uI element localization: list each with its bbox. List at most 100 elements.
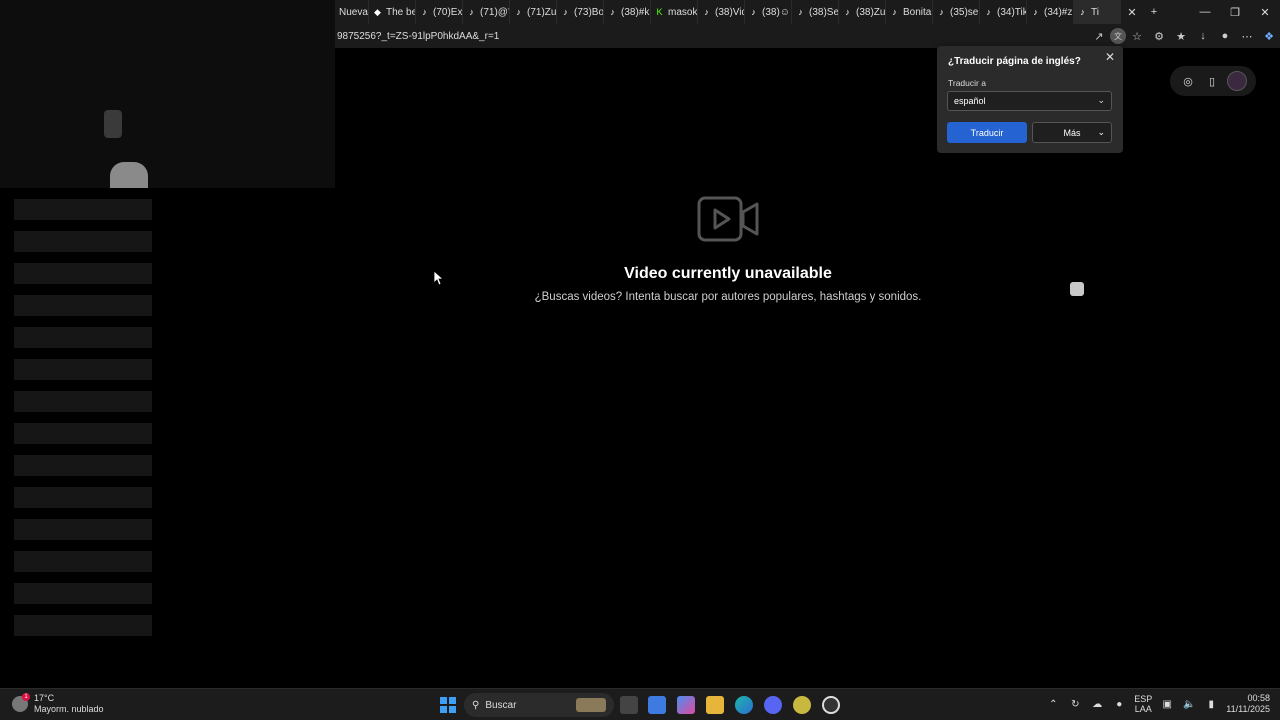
chevron-up-icon[interactable]: ⌃ (1046, 697, 1060, 711)
tab-3[interactable]: ♪ (71)@’ (463, 0, 510, 24)
tab-11[interactable]: ♪ (38)Zul (839, 0, 886, 24)
steam-icon[interactable] (822, 696, 840, 714)
battery-icon[interactable]: ▮ (1204, 697, 1218, 711)
skeleton-item (14, 551, 152, 572)
address-bar: 9875256?_t=ZS-91lpP0hkdAA&_r=1 ↗ 文 ☆ ⚙ ★… (335, 24, 1280, 48)
tab-label: (38)Se (809, 6, 839, 18)
video-figure (110, 162, 148, 188)
tab-label: (70)Exp (433, 6, 463, 18)
tab-1[interactable]: ◆ The be (369, 0, 416, 24)
weather-description: Mayorm. nublado (34, 704, 104, 714)
store-icon[interactable] (648, 696, 666, 714)
copilot-icon[interactable]: ❖ (1258, 25, 1280, 47)
clock[interactable]: 00:58 11/11/2025 (1226, 693, 1270, 715)
restore-icon[interactable]: ❐ (1220, 0, 1250, 24)
tiktok-icon: ♪ (516, 7, 521, 17)
minimize-icon[interactable]: — (1190, 0, 1220, 24)
tab-12[interactable]: ♪ Bonita (886, 0, 933, 24)
tiktok-icon: ♪ (892, 7, 897, 17)
tab-label: (38)#ki (621, 6, 651, 18)
profile-icon[interactable]: ● (1214, 25, 1236, 47)
tab-16[interactable]: ♪ Ti (1074, 0, 1121, 24)
tab-10[interactable]: ♪ (38)Se (792, 0, 839, 24)
copilot-app-icon[interactable] (677, 696, 695, 714)
floating-app-icon[interactable] (1070, 282, 1084, 296)
tiktok-icon: ♪ (986, 7, 991, 17)
skeleton-item (14, 583, 152, 604)
close-icon[interactable]: ✕ (1103, 50, 1117, 64)
page-subtitle: ¿Buscas videos? Intenta buscar por autor… (534, 291, 922, 303)
task-view-icon[interactable] (620, 696, 638, 714)
microphone-icon[interactable]: ● (1112, 697, 1126, 711)
close-window-icon[interactable]: ✕ (1250, 0, 1280, 24)
tab-label: (71)Zul (527, 6, 557, 18)
extensions-icon[interactable]: ⚙ (1148, 25, 1170, 47)
translate-button[interactable]: Traducir (947, 122, 1027, 143)
volume-icon[interactable]: 🔈 (1182, 697, 1196, 711)
tab-13[interactable]: ♪ (35)ser (933, 0, 980, 24)
tab-8[interactable]: ♪ (38)Vid (698, 0, 745, 24)
translate-icon[interactable]: 文 (1110, 28, 1126, 44)
tab-label: (35)ser (950, 6, 980, 18)
tab-label: (34)#z (1044, 6, 1073, 18)
new-tab-button[interactable]: + (1143, 0, 1165, 24)
favorite-star-icon[interactable]: ☆ (1126, 25, 1148, 47)
tiktok-icon: ♪ (939, 7, 944, 17)
sync-icon[interactable]: ↻ (1068, 697, 1082, 711)
language-indicator[interactable]: ESP LAA (1134, 694, 1152, 714)
language-code: ESP (1134, 694, 1153, 704)
tab-2[interactable]: ♪ (70)Exp (416, 0, 463, 24)
favorites-icon[interactable]: ★ (1170, 25, 1192, 47)
chevron-down-icon: ⌄ (1097, 127, 1105, 137)
start-button[interactable] (440, 697, 456, 713)
edge-browser-icon[interactable] (735, 696, 753, 714)
tab-0[interactable]: Nueva (335, 0, 369, 24)
more-menu-icon[interactable]: ⋯ (1236, 25, 1258, 47)
device-icon[interactable]: ▯ (1203, 72, 1221, 90)
tab-9[interactable]: ♪ (38)☺ (745, 0, 792, 24)
skeleton-item (14, 263, 152, 284)
language-select[interactable]: español ⌄ (947, 91, 1112, 111)
discord-icon[interactable] (764, 696, 782, 714)
right-icon-group: ◎ ▯ (1170, 66, 1256, 96)
file-explorer-icon[interactable] (706, 696, 724, 714)
skeleton-item (14, 455, 152, 476)
tab-14[interactable]: ♪ (34)Tik (980, 0, 1027, 24)
close-tab-icon[interactable]: ✕ (1121, 0, 1143, 24)
system-tray: ⌃ ↻ ☁ ● ESP LAA ▣ 🔈 ▮ 00:58 11/11/2025 (1046, 693, 1270, 715)
tab-label: (71)@’ (480, 6, 510, 18)
compass-icon[interactable]: ◎ (1179, 72, 1197, 90)
tab-15[interactable]: ♪ (34)#z (1027, 0, 1074, 24)
url-field[interactable]: 9875256?_t=ZS-91lpP0hkdAA&_r=1 (335, 31, 1035, 42)
tab-7[interactable]: Kmasok (651, 0, 698, 24)
skeleton-item (14, 423, 152, 444)
tiktok-icon: ♪ (422, 7, 427, 17)
taskbar-search[interactable]: ⚲ Buscar (464, 693, 614, 717)
video-figure (104, 110, 122, 138)
skeleton-item (14, 231, 152, 252)
tab-bar: Nueva ◆ The be ♪ (70)Exp ♪ (71)@’ ♪ (71)Zul ♪ (73)… (335, 0, 1280, 24)
video-overlay (0, 0, 335, 188)
tiktok-icon: ♪ (798, 7, 803, 17)
avatar[interactable] (1227, 71, 1247, 91)
translate-popup-title: ¿Traducir página de inglés? (948, 56, 1081, 67)
app-icon[interactable] (793, 696, 811, 714)
tab-6[interactable]: ♪ (38)#ki (604, 0, 651, 24)
keyboard-layout: LAA (1134, 704, 1152, 714)
tiktok-icon: ♪ (469, 7, 474, 17)
skeleton-item (14, 519, 152, 540)
taskbar: 1 17°C Mayorm. nublado ⚲ Buscar ⌃ ↻ ☁ ● … (0, 688, 1280, 720)
weather-temperature: 17°C (34, 693, 55, 703)
tab-4[interactable]: ♪ (71)Zul (510, 0, 557, 24)
network-icon[interactable]: ▣ (1160, 697, 1174, 711)
open-external-icon[interactable]: ↗ (1088, 25, 1110, 47)
downloads-icon[interactable]: ↓ (1192, 25, 1214, 47)
tab-5[interactable]: ♪ (73)Bor (557, 0, 604, 24)
clock-date: 11/11/2025 (1226, 704, 1270, 714)
weather-icon: 1 (12, 693, 30, 712)
clock-time: 00:58 (1247, 693, 1270, 703)
more-options-button[interactable]: Más ⌄ (1032, 122, 1112, 143)
weather-widget[interactable]: 1 17°C Mayorm. nublado (12, 693, 104, 715)
tiktok-icon: ♪ (563, 7, 568, 17)
cloud-icon[interactable]: ☁ (1090, 697, 1104, 711)
